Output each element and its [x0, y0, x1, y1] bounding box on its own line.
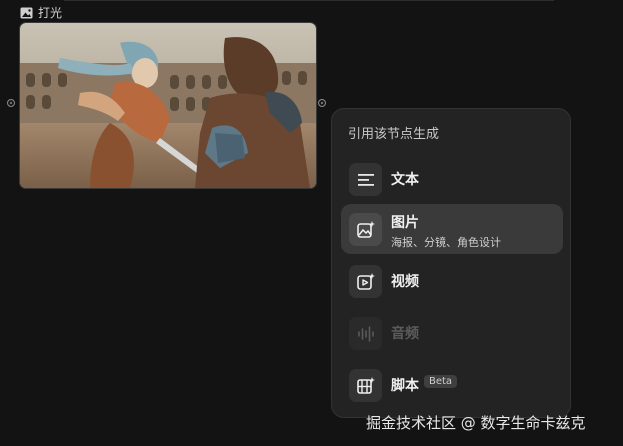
node-header[interactable]: 打光 [20, 4, 62, 21]
node-image[interactable] [19, 22, 317, 189]
image-icon [20, 7, 33, 18]
input-port[interactable] [7, 99, 15, 107]
gladiator-image [20, 23, 316, 188]
node-title: 打光 [38, 6, 63, 20]
menu-item-label: 音频 [391, 326, 419, 342]
text-lines-icon [349, 163, 382, 196]
menu-item-script[interactable]: 脚本 Beta [341, 360, 563, 410]
menu-item-image[interactable]: 图片 海报、分镜、角色设计 [341, 204, 563, 254]
beta-badge: Beta [424, 375, 458, 388]
menu-item-label: 视频 [391, 274, 419, 290]
audio-wave-icon [349, 317, 382, 350]
watermark: 掘金技术社区 @ 数字生命卡兹克 [366, 414, 586, 432]
menu-item-description: 海报、分镜、角色设计 [391, 236, 501, 249]
menu-title: 引用该节点生成 [348, 127, 440, 142]
menu-item-text[interactable]: 文本 [341, 154, 563, 204]
menu-item-audio: 音频 [341, 308, 563, 358]
menu-item-label: 图片 [391, 215, 419, 231]
image-sparkle-icon [349, 213, 382, 246]
generate-from-node-menu: 引用该节点生成 文本 图片 海报、分镜、角色设计 视频 音频 脚本 Beta [331, 108, 571, 418]
video-sparkle-icon [349, 265, 382, 298]
menu-item-label: 脚本 [391, 378, 419, 394]
menu-item-label: 文本 [391, 172, 419, 188]
output-port[interactable] [318, 99, 326, 107]
workflow-canvas[interactable]: 打光 引用该节点生成 文本 图片 海报、分镜、角色设计 视频 音频 脚本 Bet… [0, 0, 623, 446]
divider [64, 0, 554, 1]
menu-item-video[interactable]: 视频 [341, 256, 563, 306]
film-script-icon [349, 369, 382, 402]
